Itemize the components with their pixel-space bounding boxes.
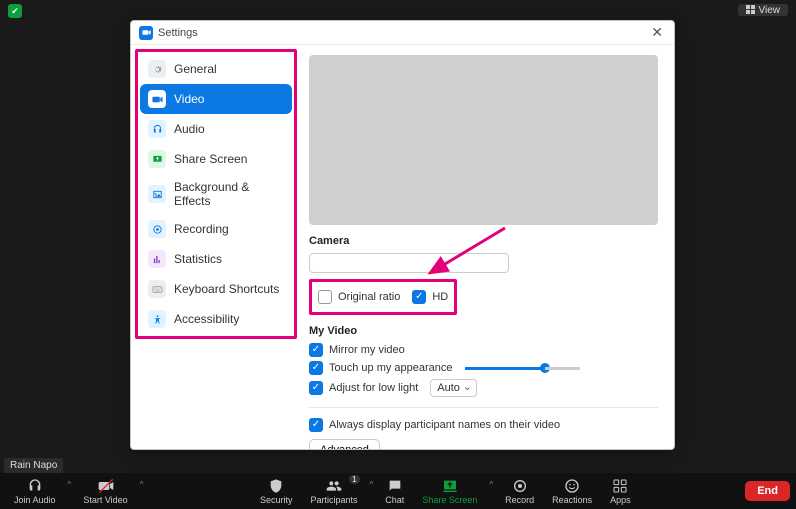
original-ratio-label: Original ratio [338, 291, 400, 303]
sidebar-item-label: Statistics [174, 252, 222, 266]
record-button[interactable]: Record [497, 476, 542, 507]
participants-count: 1 [349, 475, 359, 484]
bg-icon [148, 185, 166, 203]
encryption-shield-icon[interactable]: ✔ [8, 4, 22, 18]
security-button[interactable]: Security [252, 476, 301, 507]
sidebar-item-label: Accessibility [174, 312, 239, 326]
chat-icon [387, 478, 403, 494]
reactions-button[interactable]: Reactions [544, 476, 600, 507]
lowlight-mode-select[interactable]: Auto [430, 379, 477, 397]
sidebar-item-keyboard[interactable]: Keyboard Shortcuts [140, 274, 292, 304]
join-audio-button[interactable]: Join Audio [6, 476, 64, 507]
end-button[interactable]: End [745, 481, 790, 501]
record-icon [512, 478, 528, 494]
video-icon [98, 478, 114, 494]
myvideo-section-label: My Video [309, 325, 658, 337]
video-preview [309, 55, 658, 225]
lowlight-checkbox[interactable] [309, 381, 323, 395]
self-name-tag: Rain Napo [4, 458, 63, 473]
settings-title: Settings [158, 27, 198, 39]
meeting-toolbar: Join Audio ^ Start Video ^ Security 1 Pa… [0, 473, 796, 509]
divider [309, 407, 658, 408]
sidebar-item-bg[interactable]: Background & Effects [140, 174, 292, 214]
close-button[interactable]: ✕ [648, 24, 666, 41]
video-icon [148, 90, 166, 108]
sidebar-item-audio[interactable]: Audio [140, 114, 292, 144]
sidebar-item-label: Recording [174, 222, 229, 236]
display-names-checkbox[interactable] [309, 418, 323, 432]
annotation-sidebar-highlight: General Video Audio Share Screen Background … [135, 49, 297, 339]
sidebar-item-stats[interactable]: Statistics [140, 244, 292, 274]
apps-icon [612, 478, 628, 494]
sidebar-item-general[interactable]: General [140, 54, 292, 84]
sidebar-item-recording[interactable]: Recording [140, 214, 292, 244]
grid-icon [746, 5, 756, 15]
sidebar-item-share[interactable]: Share Screen [140, 144, 292, 174]
participants-button[interactable]: 1 Participants [303, 476, 366, 507]
settings-titlebar: Settings ✕ [131, 21, 674, 45]
stats-icon [148, 250, 166, 268]
start-video-button[interactable]: Start Video [75, 476, 135, 507]
chat-button[interactable]: Chat [377, 476, 412, 507]
audio-options-caret[interactable]: ^ [66, 480, 74, 489]
annotation-ratio-highlight: Original ratio HD [309, 279, 457, 315]
general-icon [148, 60, 166, 78]
settings-content: Camera Original ratio HD My Video Mirror… [301, 45, 674, 449]
keyboard-icon [148, 280, 166, 298]
sidebar-item-label: General [174, 62, 217, 76]
hd-label: HD [432, 291, 448, 303]
camera-dropdown[interactable] [309, 253, 509, 273]
display-names-label: Always display participant names on thei… [329, 419, 560, 431]
sidebar-item-label: Keyboard Shortcuts [174, 282, 279, 296]
access-icon [148, 310, 166, 328]
advanced-button[interactable]: Advanced [309, 439, 380, 449]
smile-icon [564, 478, 580, 494]
video-options-caret[interactable]: ^ [138, 480, 146, 489]
hd-checkbox[interactable] [412, 290, 426, 304]
zoom-icon [139, 26, 153, 40]
touchup-checkbox[interactable] [309, 361, 323, 375]
sidebar-item-label: Background & Effects [174, 180, 284, 208]
share-screen-button[interactable]: Share Screen [414, 476, 485, 507]
camera-section-label: Camera [309, 235, 658, 247]
sidebar-item-access[interactable]: Accessibility [140, 304, 292, 334]
share-icon [148, 150, 166, 168]
audio-icon [148, 120, 166, 138]
settings-sidebar: General Video Audio Share Screen Background … [131, 45, 301, 449]
sidebar-item-label: Share Screen [174, 152, 247, 166]
sidebar-item-label: Video [174, 92, 204, 106]
mirror-checkbox[interactable] [309, 343, 323, 357]
view-button[interactable]: View [738, 4, 789, 16]
apps-button[interactable]: Apps [602, 476, 639, 507]
sidebar-item-label: Audio [174, 122, 205, 136]
share-options-caret[interactable]: ^ [487, 480, 495, 489]
touchup-slider[interactable] [465, 367, 545, 370]
lowlight-label: Adjust for low light [329, 382, 418, 394]
share-screen-icon [442, 478, 458, 494]
touchup-label: Touch up my appearance [329, 362, 453, 374]
participants-options-caret[interactable]: ^ [368, 480, 376, 489]
view-label: View [759, 5, 781, 16]
original-ratio-checkbox[interactable] [318, 290, 332, 304]
recording-icon [148, 220, 166, 238]
headphones-icon [27, 478, 43, 494]
mirror-label: Mirror my video [329, 344, 405, 356]
settings-window: Settings ✕ General Video Audio Share Screen… [130, 20, 675, 450]
shield-icon [268, 478, 284, 494]
people-icon [326, 478, 342, 494]
sidebar-item-video[interactable]: Video [140, 84, 292, 114]
